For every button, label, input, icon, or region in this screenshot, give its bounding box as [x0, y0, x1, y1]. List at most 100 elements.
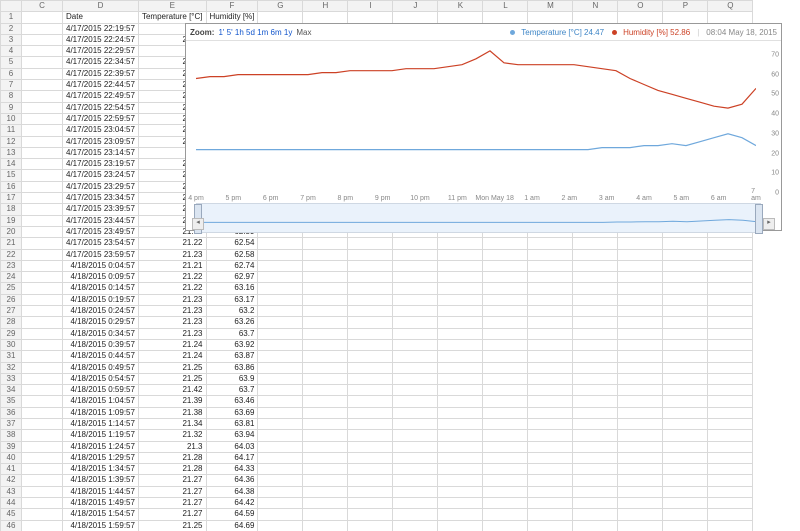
empty-cell[interactable]: [708, 328, 753, 339]
empty-cell[interactable]: [618, 509, 663, 520]
empty-cell[interactable]: [393, 294, 438, 305]
cell-c[interactable]: [22, 283, 63, 294]
empty-cell[interactable]: [663, 498, 708, 509]
empty-cell[interactable]: [483, 328, 528, 339]
empty-cell[interactable]: [618, 238, 663, 249]
table-row[interactable]: 444/18/2015 1:49:5721.2764.42: [1, 498, 753, 509]
table-row[interactable]: 354/18/2015 1:04:5721.3963.46: [1, 396, 753, 407]
row-header[interactable]: 22: [1, 249, 22, 260]
empty-cell[interactable]: [573, 294, 618, 305]
empty-cell[interactable]: [393, 317, 438, 328]
cell-temperature[interactable]: 21.23: [138, 306, 206, 317]
empty-cell[interactable]: [573, 407, 618, 418]
row-header[interactable]: 31: [1, 351, 22, 362]
empty-cell[interactable]: [438, 520, 483, 531]
empty-cell[interactable]: [258, 430, 303, 441]
empty-cell[interactable]: [303, 12, 348, 23]
cell-temperature[interactable]: 21.23: [138, 249, 206, 260]
empty-cell[interactable]: [618, 272, 663, 283]
empty-cell[interactable]: [258, 396, 303, 407]
cell-c[interactable]: [22, 362, 63, 373]
cell-c[interactable]: [22, 12, 63, 23]
row-header[interactable]: 2: [1, 23, 22, 34]
table-row[interactable]: 394/18/2015 1:24:5721.364.03: [1, 441, 753, 452]
cell-c[interactable]: [22, 80, 63, 91]
table-row[interactable]: 294/18/2015 0:34:5721.2363.7: [1, 328, 753, 339]
cell-date[interactable]: 4/18/2015 0:24:57: [63, 306, 139, 317]
cell-humidity[interactable]: 63.16: [206, 283, 258, 294]
row-header[interactable]: 42: [1, 475, 22, 486]
empty-cell[interactable]: [303, 418, 348, 429]
table-row[interactable]: 454/18/2015 1:54:5721.2764.59: [1, 509, 753, 520]
row-header[interactable]: 20: [1, 226, 22, 237]
cell-date[interactable]: 4/17/2015 23:39:57: [63, 204, 139, 215]
col-header-C[interactable]: C: [22, 1, 63, 12]
cell-date[interactable]: 4/17/2015 23:04:57: [63, 125, 139, 136]
cell-date[interactable]: 4/17/2015 23:34:57: [63, 193, 139, 204]
cell-temperature[interactable]: 21.28: [138, 464, 206, 475]
table-row[interactable]: 384/18/2015 1:19:5721.3263.94: [1, 430, 753, 441]
empty-cell[interactable]: [528, 441, 573, 452]
range-selector[interactable]: [196, 203, 761, 233]
empty-cell[interactable]: [573, 317, 618, 328]
row-header[interactable]: 32: [1, 362, 22, 373]
empty-cell[interactable]: [258, 238, 303, 249]
cell-temperature[interactable]: 21.22: [138, 283, 206, 294]
empty-cell[interactable]: [663, 418, 708, 429]
empty-cell[interactable]: [663, 441, 708, 452]
empty-cell[interactable]: [573, 351, 618, 362]
cell-humidity[interactable]: 63.17: [206, 294, 258, 305]
empty-cell[interactable]: [303, 396, 348, 407]
empty-cell[interactable]: [528, 317, 573, 328]
empty-cell[interactable]: [618, 12, 663, 23]
empty-cell[interactable]: [618, 520, 663, 531]
cell-humidity[interactable]: 63.92: [206, 339, 258, 350]
empty-cell[interactable]: [483, 373, 528, 384]
empty-cell[interactable]: [348, 430, 393, 441]
empty-cell[interactable]: [348, 385, 393, 396]
empty-cell[interactable]: [303, 475, 348, 486]
empty-cell[interactable]: [528, 339, 573, 350]
select-all-corner[interactable]: [1, 1, 22, 12]
empty-cell[interactable]: [528, 238, 573, 249]
empty-cell[interactable]: [483, 418, 528, 429]
empty-cell[interactable]: [483, 351, 528, 362]
empty-cell[interactable]: [528, 396, 573, 407]
empty-cell[interactable]: [438, 373, 483, 384]
empty-cell[interactable]: [483, 385, 528, 396]
row-header[interactable]: 10: [1, 113, 22, 124]
empty-cell[interactable]: [303, 464, 348, 475]
empty-cell[interactable]: [483, 339, 528, 350]
empty-cell[interactable]: [483, 441, 528, 452]
empty-cell[interactable]: [573, 283, 618, 294]
empty-cell[interactable]: [528, 249, 573, 260]
cell-date[interactable]: 4/17/2015 23:14:57: [63, 147, 139, 158]
empty-cell[interactable]: [348, 418, 393, 429]
col-header-M[interactable]: M: [528, 1, 573, 12]
empty-cell[interactable]: [393, 486, 438, 497]
empty-cell[interactable]: [618, 306, 663, 317]
cell-date[interactable]: 4/18/2015 0:19:57: [63, 294, 139, 305]
empty-cell[interactable]: [393, 396, 438, 407]
empty-cell[interactable]: [303, 509, 348, 520]
empty-cell[interactable]: [663, 407, 708, 418]
empty-cell[interactable]: [258, 339, 303, 350]
empty-cell[interactable]: [618, 452, 663, 463]
cell-c[interactable]: [22, 113, 63, 124]
empty-cell[interactable]: [663, 385, 708, 396]
scroll-right-button[interactable]: ▸: [763, 218, 775, 230]
empty-cell[interactable]: [348, 498, 393, 509]
empty-cell[interactable]: [708, 373, 753, 384]
cell-c[interactable]: [22, 317, 63, 328]
empty-cell[interactable]: [708, 430, 753, 441]
empty-cell[interactable]: [258, 283, 303, 294]
empty-cell[interactable]: [258, 407, 303, 418]
empty-cell[interactable]: [618, 283, 663, 294]
empty-cell[interactable]: [438, 498, 483, 509]
empty-cell[interactable]: [573, 328, 618, 339]
row-header[interactable]: 43: [1, 486, 22, 497]
cell-date[interactable]: 4/18/2015 0:59:57: [63, 385, 139, 396]
empty-cell[interactable]: [258, 498, 303, 509]
empty-cell[interactable]: [348, 396, 393, 407]
row-header[interactable]: 34: [1, 385, 22, 396]
